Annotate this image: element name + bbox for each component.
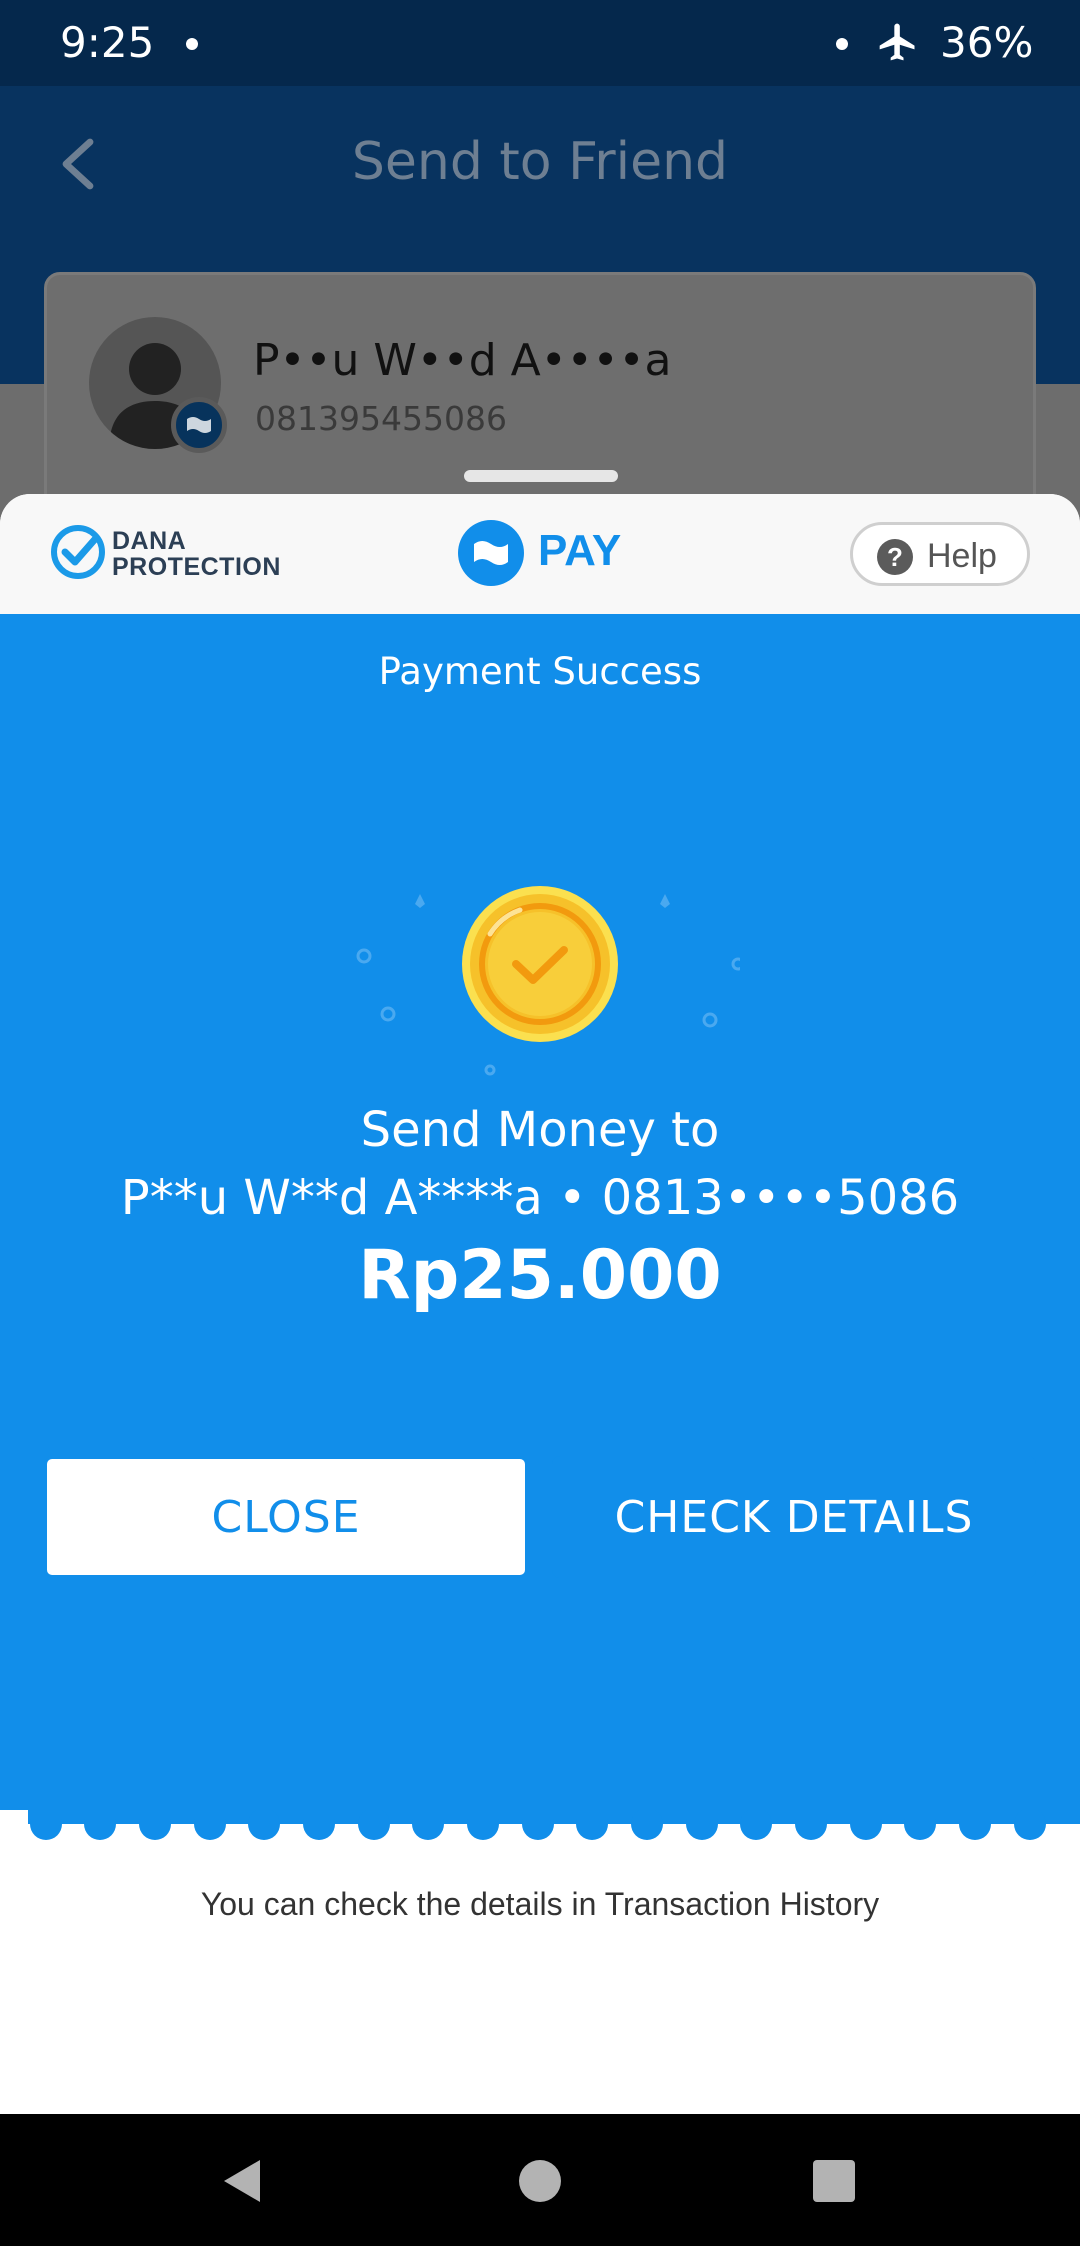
check-details-button[interactable]: CHECK DETAILS [552, 1456, 1036, 1578]
notification-dot-icon [186, 38, 198, 50]
airplane-icon [879, 23, 915, 61]
nav-back-icon[interactable] [222, 2158, 262, 2204]
recipient-summary: P**u W**d A****a • 0813••••5086 [120, 1170, 960, 1226]
nav-recents-icon[interactable] [813, 2160, 855, 2202]
payment-status-title: Payment Success [378, 650, 702, 693]
dana-badge-icon [171, 397, 227, 453]
receipt-edge-decoration [0, 1810, 1080, 1850]
notification-dot-icon [836, 38, 848, 50]
sheet-drag-handle[interactable] [464, 470, 618, 482]
transfer-amount: Rp25.000 [358, 1236, 722, 1315]
help-label: Help [927, 537, 997, 575]
pay-label: PAY [538, 526, 622, 575]
sheet-header: DANA PROTECTION PAY ? Help [0, 494, 1080, 614]
recipient-name: P••u W••d A••••a [253, 335, 672, 386]
brand-line2: PROTECTION [112, 553, 281, 581]
battery-level: 36% [940, 18, 1034, 67]
status-time: 9:25 [60, 18, 155, 67]
brand-line1: DANA [112, 527, 187, 555]
transaction-history-hint: You can check the details in Transaction… [200, 1886, 880, 1922]
help-button[interactable]: ? Help [850, 522, 1030, 586]
status-bar: 9:25 36% [0, 0, 1080, 86]
question-icon: ? [877, 539, 913, 575]
recipient-phone: 081395455086 [255, 399, 507, 438]
nav-home-icon[interactable] [519, 2160, 561, 2202]
page-title: Send to Friend [351, 132, 729, 192]
dana-logo-icon [458, 520, 524, 586]
recipient-card: P••u W••d A••••a 081395455086 [44, 272, 1036, 532]
success-panel: Payment Success Send Money to P**u W**d … [0, 614, 1080, 1824]
send-money-label: Send Money to [360, 1102, 720, 1158]
payment-result-sheet: DANA PROTECTION PAY ? Help Payment Succe… [0, 494, 1080, 2114]
shield-check-icon [51, 525, 105, 579]
dana-protection-logo: DANA PROTECTION [50, 524, 290, 584]
success-check-icon [462, 886, 618, 1042]
system-nav-bar [0, 2114, 1080, 2246]
close-button[interactable]: CLOSE [44, 1456, 528, 1578]
